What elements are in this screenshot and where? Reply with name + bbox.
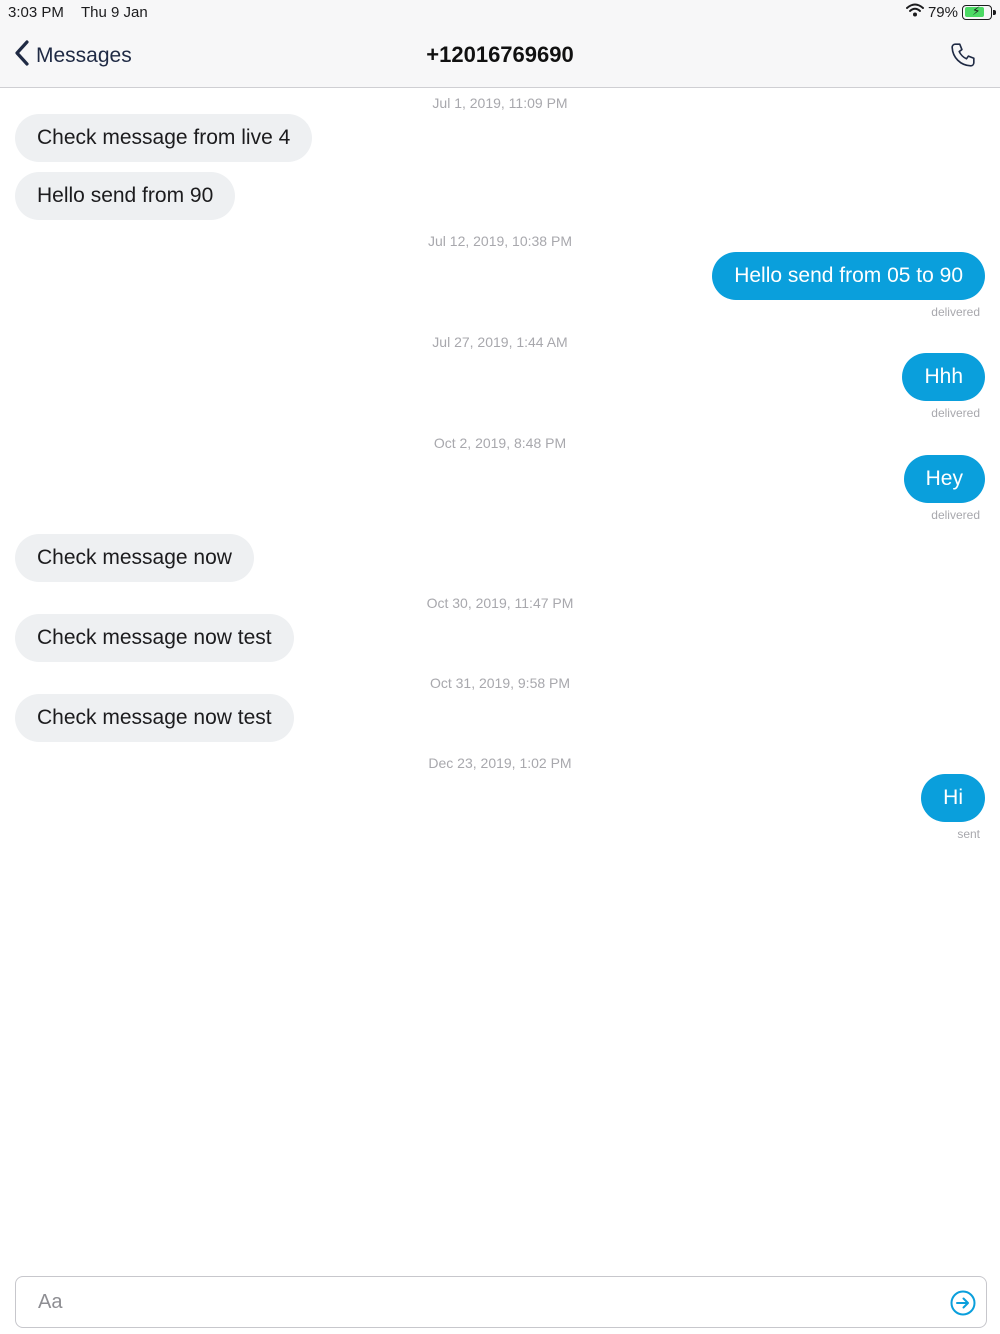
status-indicators: 79% ⚡	[905, 3, 996, 21]
incoming-message-bubble[interactable]: Check message from live 4	[15, 114, 313, 162]
charging-bolt-icon: ⚡	[972, 3, 981, 18]
message-timestamp: Jul 12, 2019, 10:38 PM	[428, 233, 572, 249]
message-thread[interactable]: Jul 1, 2019, 11:09 PM Check message from …	[0, 88, 1000, 1268]
nav-bar: Messages +12016769690	[0, 26, 1000, 88]
incoming-message-bubble[interactable]: Check message now test	[15, 694, 294, 742]
conversation-title: +12016769690	[426, 42, 574, 67]
outgoing-message-bubble[interactable]: Hi	[921, 774, 985, 822]
delivery-status: delivered	[931, 406, 980, 420]
status-time: 3:03 PM	[8, 4, 64, 21]
message-input[interactable]	[38, 1287, 918, 1317]
message-timestamp: Jul 27, 2019, 1:44 AM	[432, 334, 568, 350]
battery-icon: ⚡	[962, 3, 996, 20]
send-button[interactable]	[950, 1290, 976, 1321]
incoming-message-bubble[interactable]: Check message now	[15, 534, 254, 582]
delivery-status: delivered	[931, 508, 980, 522]
delivery-status: delivered	[931, 305, 980, 319]
battery-percent: 79%	[927, 3, 958, 21]
status-date: Thu 9 Jan	[81, 4, 148, 21]
call-button[interactable]	[950, 42, 976, 73]
phone-icon	[950, 43, 976, 72]
send-arrow-icon	[950, 1290, 976, 1320]
message-timestamp: Oct 31, 2019, 9:58 PM	[429, 675, 571, 691]
message-timestamp: Jul 1, 2019, 11:09 PM	[432, 95, 568, 111]
incoming-message-bubble[interactable]: Hello send from 90	[15, 172, 236, 220]
outgoing-message-bubble[interactable]: Hello send from 05 to 90	[712, 252, 985, 300]
delivery-status: sent	[957, 827, 980, 841]
message-timestamp: Oct 30, 2019, 11:47 PM	[426, 595, 574, 611]
message-composer	[15, 1276, 987, 1328]
status-bar: 3:03 PM Thu 9 Jan 79% ⚡	[0, 0, 1000, 26]
incoming-message-bubble[interactable]: Check message now test	[15, 614, 294, 662]
wifi-icon	[905, 3, 924, 21]
outgoing-message-bubble[interactable]: Hhh	[902, 353, 985, 401]
message-timestamp: Dec 23, 2019, 1:02 PM	[428, 755, 572, 771]
outgoing-message-bubble[interactable]: Hey	[903, 455, 985, 503]
message-timestamp: Oct 2, 2019, 8:48 PM	[433, 435, 567, 451]
